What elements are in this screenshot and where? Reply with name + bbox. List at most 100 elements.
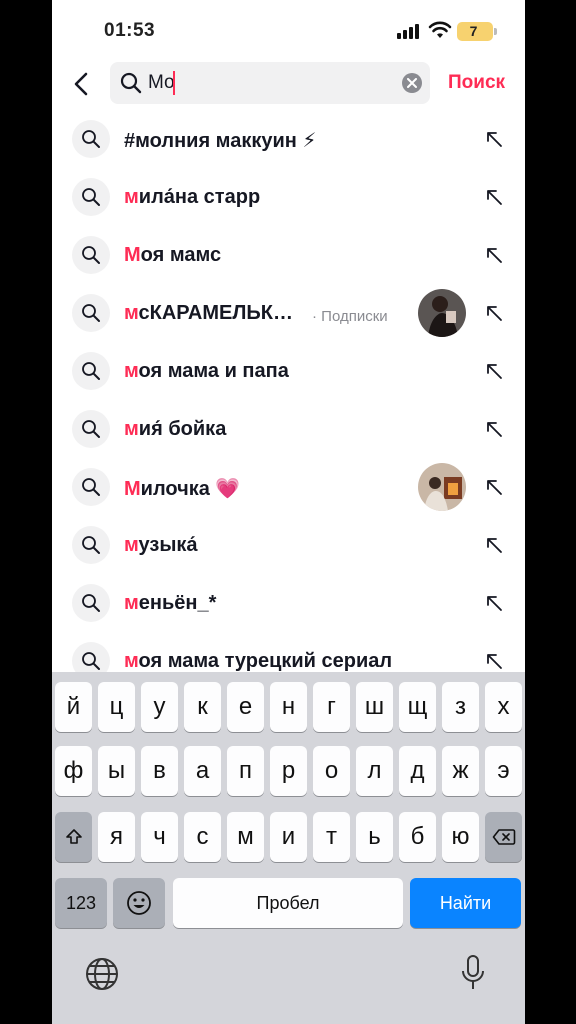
key-letter[interactable]: е	[227, 682, 264, 732]
status-bar: 01:53 7	[52, 0, 525, 60]
key-letter[interactable]: ш	[356, 682, 393, 732]
key-letter[interactable]: у	[141, 682, 178, 732]
shift-key[interactable]	[55, 812, 92, 862]
cellular-signal-icon	[397, 23, 421, 39]
suggestion-text: мсКАРАМЕЛЬК…	[124, 302, 293, 324]
search-input[interactable]	[148, 68, 388, 98]
arrow-up-left-icon[interactable]	[484, 245, 504, 265]
search-icon	[72, 352, 110, 390]
key-letter[interactable]: н	[270, 682, 307, 732]
key-letter[interactable]: т	[313, 812, 350, 862]
key-letter[interactable]: в	[141, 746, 178, 796]
suggestion-row[interactable]: меньён_*	[52, 574, 525, 632]
clear-search-button[interactable]	[402, 73, 422, 93]
space-key[interactable]: Пробел	[173, 878, 403, 928]
suggestion-row[interactable]: мия́ бойка	[52, 400, 525, 458]
battery-level: 7	[469, 23, 478, 39]
suggestion-row[interactable]: мсКАРАМЕЛЬК… · Подписки	[52, 284, 525, 342]
arrow-up-left-icon[interactable]	[484, 129, 504, 149]
key-letter[interactable]: д	[399, 746, 436, 796]
suggestion-text: мила́на старр	[124, 186, 261, 208]
suggestion-row[interactable]: музыка́	[52, 516, 525, 574]
suggestion-row[interactable]: моя мама и папа	[52, 342, 525, 400]
delete-key[interactable]	[485, 812, 522, 862]
key-letter[interactable]: ь	[356, 812, 393, 862]
search-icon	[72, 236, 110, 274]
arrow-up-left-icon[interactable]	[484, 303, 504, 323]
suggestion-row[interactable]: мила́на старр	[52, 168, 525, 226]
suggestion-row[interactable]: Милочка 💗	[52, 458, 525, 516]
key-letter[interactable]: ы	[98, 746, 135, 796]
key-letter[interactable]: к	[184, 682, 221, 732]
key-letter[interactable]: а	[184, 746, 221, 796]
shift-icon	[65, 829, 82, 844]
key-letter[interactable]: ж	[442, 746, 479, 796]
suggestion-text: Моя мамс	[124, 244, 222, 266]
suggestion-text: меньён_*	[124, 592, 217, 614]
search-submit-button[interactable]: Поиск	[448, 72, 505, 94]
key-letter[interactable]: х	[485, 682, 522, 732]
search-icon	[72, 468, 110, 506]
key-letter[interactable]: л	[356, 746, 393, 796]
numbers-key[interactable]: 123	[55, 878, 107, 928]
suggestion-row[interactable]: моя мама турецкий сериал	[52, 632, 525, 676]
emoji-key[interactable]	[113, 878, 165, 928]
key-letter[interactable]: с	[184, 812, 221, 862]
search-icon	[72, 120, 110, 158]
arrow-up-left-icon[interactable]	[484, 419, 504, 439]
key-letter[interactable]: п	[227, 746, 264, 796]
search-icon	[72, 584, 110, 622]
suggestion-text: моя мама и папа	[124, 360, 289, 382]
search-box[interactable]	[110, 62, 430, 104]
suggestion-text: #молния маккуин ⚡	[124, 130, 317, 152]
search-icon	[72, 642, 110, 676]
text-caret	[173, 71, 175, 95]
arrow-up-left-icon[interactable]	[484, 535, 504, 555]
arrow-up-left-icon[interactable]	[484, 651, 504, 671]
key-letter[interactable]: ф	[55, 746, 92, 796]
back-button[interactable]	[66, 68, 96, 100]
keyboard: й ц у к е н г ш щ з х ф ы в а п р о л д …	[52, 672, 525, 1024]
emoji-icon	[127, 891, 151, 915]
key-letter[interactable]: м	[227, 812, 264, 862]
key-letter[interactable]: ч	[141, 812, 178, 862]
globe-icon[interactable]	[84, 956, 120, 992]
key-letter[interactable]: б	[399, 812, 436, 862]
key-letter[interactable]: р	[270, 746, 307, 796]
backspace-icon	[492, 829, 515, 845]
status-time: 01:53	[104, 20, 156, 41]
phone-screen: 01:53 7 Поиск	[52, 0, 525, 1024]
suggestion-subtitle: · Подписки	[312, 308, 388, 325]
suggestion-text: музыка́	[124, 534, 198, 556]
search-icon	[72, 410, 110, 448]
key-letter[interactable]: г	[313, 682, 350, 732]
wifi-icon	[428, 21, 452, 38]
suggestion-text: моя мама турецкий сериал	[124, 650, 393, 672]
suggestion-list: #молния маккуин ⚡ мила́на старр Моя мамс…	[52, 110, 525, 676]
key-letter[interactable]: ю	[442, 812, 479, 862]
suggestion-row[interactable]: Моя мамс	[52, 226, 525, 284]
suggestion-row[interactable]: #молния маккуин ⚡	[52, 110, 525, 168]
key-letter[interactable]: о	[313, 746, 350, 796]
key-letter[interactable]: з	[442, 682, 479, 732]
arrow-up-left-icon[interactable]	[484, 187, 504, 207]
key-letter[interactable]: й	[55, 682, 92, 732]
avatar	[418, 289, 466, 337]
suggestion-text: Милочка 💗	[124, 478, 241, 500]
key-letter[interactable]: и	[270, 812, 307, 862]
key-letter[interactable]: э	[485, 746, 522, 796]
key-letter[interactable]: щ	[399, 682, 436, 732]
search-icon	[72, 294, 110, 332]
arrow-up-left-icon[interactable]	[484, 361, 504, 381]
search-icon	[72, 178, 110, 216]
microphone-icon[interactable]	[460, 954, 486, 992]
key-letter[interactable]: ц	[98, 682, 135, 732]
clear-icon	[407, 78, 417, 88]
arrow-up-left-icon[interactable]	[484, 593, 504, 613]
search-go-key[interactable]: Найти	[410, 878, 521, 928]
arrow-up-left-icon[interactable]	[484, 477, 504, 497]
chevron-left-icon	[74, 72, 88, 96]
battery-icon: 7	[457, 22, 497, 41]
suggestion-text: мия́ бойка	[124, 418, 227, 440]
key-letter[interactable]: я	[98, 812, 135, 862]
